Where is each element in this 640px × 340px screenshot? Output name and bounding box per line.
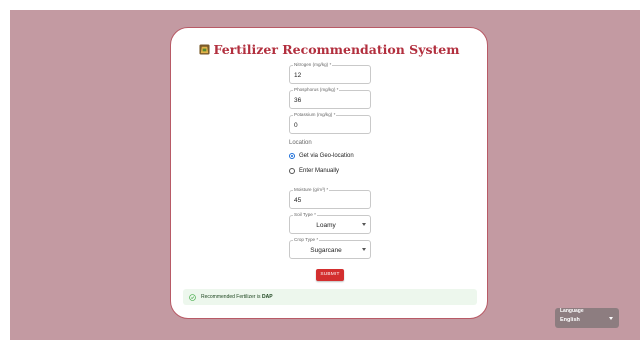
check-circle-icon (189, 293, 196, 301)
nitrogen-value: 12 (294, 72, 302, 79)
sack-icon (198, 44, 210, 55)
page-title-text: Fertilizer Recommendation System (213, 42, 460, 57)
radio-checked-icon[interactable] (289, 153, 295, 159)
phosphorus-label: Phosphorus (mg/kg) * (293, 87, 340, 93)
location-label: Location (289, 140, 312, 146)
page-title: Fertilizer Recommendation System (171, 42, 487, 57)
nitrogen-field[interactable]: Nitrogen (mg/kg) * 12 (289, 62, 371, 84)
radio-geo-location-label: Get via Geo-location (299, 153, 354, 159)
potassium-label: Potassium (mg/kg) * (293, 112, 337, 118)
crop-type-select[interactable]: Crop Type * Sugarcane (289, 237, 371, 259)
moisture-label: Moisture (g/m³) * (293, 187, 330, 193)
potassium-value: 0 (294, 122, 298, 129)
submit-button[interactable]: SUBMIT (316, 269, 344, 281)
window-top-edge (0, 0, 640, 10)
window-left-edge (0, 0, 10, 340)
recommendation-text: Recommended Fertilizer is (201, 294, 261, 300)
phosphorus-field[interactable]: Phosphorus (mg/kg) * 36 (289, 87, 371, 109)
fertilizer-form-card: Fertilizer Recommendation System Nitroge… (170, 27, 488, 319)
phosphorus-value: 36 (294, 97, 302, 104)
language-label: Language (560, 308, 584, 314)
nitrogen-label: Nitrogen (mg/kg) * (293, 62, 333, 68)
radio-unchecked-icon[interactable] (289, 168, 295, 174)
chevron-down-icon[interactable] (362, 223, 366, 226)
language-value: English (560, 317, 580, 323)
radio-geo-location[interactable]: Get via Geo-location (289, 151, 354, 161)
crop-type-value: Sugarcane (310, 247, 342, 254)
moisture-value: 45 (294, 197, 302, 204)
chevron-down-icon[interactable] (609, 317, 613, 320)
moisture-field[interactable]: Moisture (g/m³) * 45 (289, 187, 371, 209)
potassium-field[interactable]: Potassium (mg/kg) * 0 (289, 112, 371, 134)
chevron-down-icon[interactable] (362, 248, 366, 251)
soil-type-label: Soil Type * (293, 212, 317, 218)
recommendation-alert: Recommended Fertilizer is DAP (183, 289, 477, 305)
soil-type-value: Loamy (316, 222, 336, 229)
crop-type-label: Crop Type * (293, 237, 320, 243)
radio-enter-manually[interactable]: Enter Manually (289, 166, 339, 176)
language-select[interactable]: Language English (555, 308, 619, 328)
radio-enter-manually-label: Enter Manually (299, 168, 340, 174)
recommendation-value: DAP (261, 294, 273, 300)
soil-type-select[interactable]: Soil Type * Loamy (289, 212, 371, 234)
